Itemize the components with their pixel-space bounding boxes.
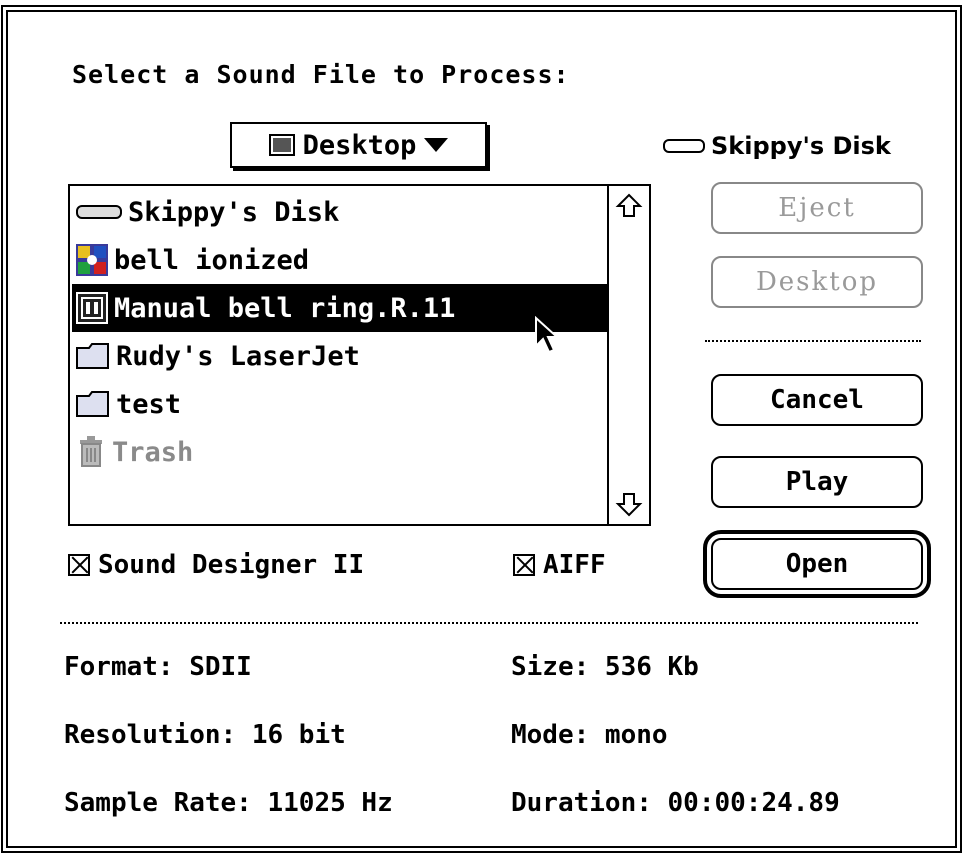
list-item-label: Rudy's LaserJet [116,340,360,372]
list-item-label: Trash [112,436,194,468]
arrow-cursor-icon [535,316,560,354]
checkbox-label: AIFF [543,550,606,580]
info-duration: Duration: 00:00:24.89 [511,788,840,818]
aiff-filter-checkbox[interactable]: AIFF [513,550,606,580]
open-button[interactable]: Open [703,530,931,598]
sound-designer-file-icon [76,292,108,324]
scroll-down-arrow-icon[interactable] [615,490,643,518]
list-item[interactable]: Rudy's LaserJet [72,332,609,380]
info-sample-rate: Sample Rate: 11025 Hz [64,788,393,818]
list-scrollbar[interactable] [607,186,649,524]
checkbox-label: Sound Designer II [98,550,365,580]
disk-icon [663,139,705,153]
sd2-filter-checkbox[interactable]: Sound Designer II [68,550,364,580]
list-item[interactable]: Skippy's Disk [72,188,609,236]
list-item-selected[interactable]: Manual bell ring.R.11 [72,284,609,332]
scroll-up-arrow-icon[interactable] [615,192,643,220]
play-button[interactable]: Play [711,456,923,508]
list-item-label: Skippy's Disk [128,196,340,228]
list-item[interactable]: bell ionized [72,236,609,284]
button-divider [705,340,921,342]
folder-icon [76,343,109,369]
info-mode: Mode: mono [511,720,668,750]
folder-icon [76,391,109,417]
eject-button[interactable]: Eject [711,182,923,234]
checkbox-checked-icon[interactable] [513,554,535,576]
current-disk-label: Skippy's Disk [663,132,891,160]
checkbox-checked-icon[interactable] [68,554,90,576]
list-item-label: test [116,388,182,420]
desktop-button[interactable]: Desktop [711,256,923,308]
dialog-window: Select a Sound File to Process: Desktop … [6,10,957,848]
list-item[interactable]: test [72,380,609,428]
disk-icon [76,205,122,219]
info-size: Size: 536 Kb [511,652,699,682]
list-item[interactable]: Trash [72,428,609,476]
info-format: Format: SDII [64,652,252,682]
file-list[interactable]: Skippy's Disk bell ionized Manual bell r… [68,184,651,526]
popup-label: Desktop [302,129,417,161]
dialog-prompt: Select a Sound File to Process: [72,60,570,89]
location-popup-menu[interactable]: Desktop [230,122,487,168]
trash-icon [80,436,102,467]
sound-file-icon [76,244,108,276]
disk-name: Skippy's Disk [711,132,891,160]
list-item-label: bell ionized [114,244,310,276]
desktop-icon [268,134,295,156]
chevron-down-icon [424,138,449,152]
info-divider [60,622,918,624]
info-resolution: Resolution: 16 bit [64,720,346,750]
cancel-button[interactable]: Cancel [711,374,923,426]
list-item-label: Manual bell ring.R.11 [114,292,456,324]
